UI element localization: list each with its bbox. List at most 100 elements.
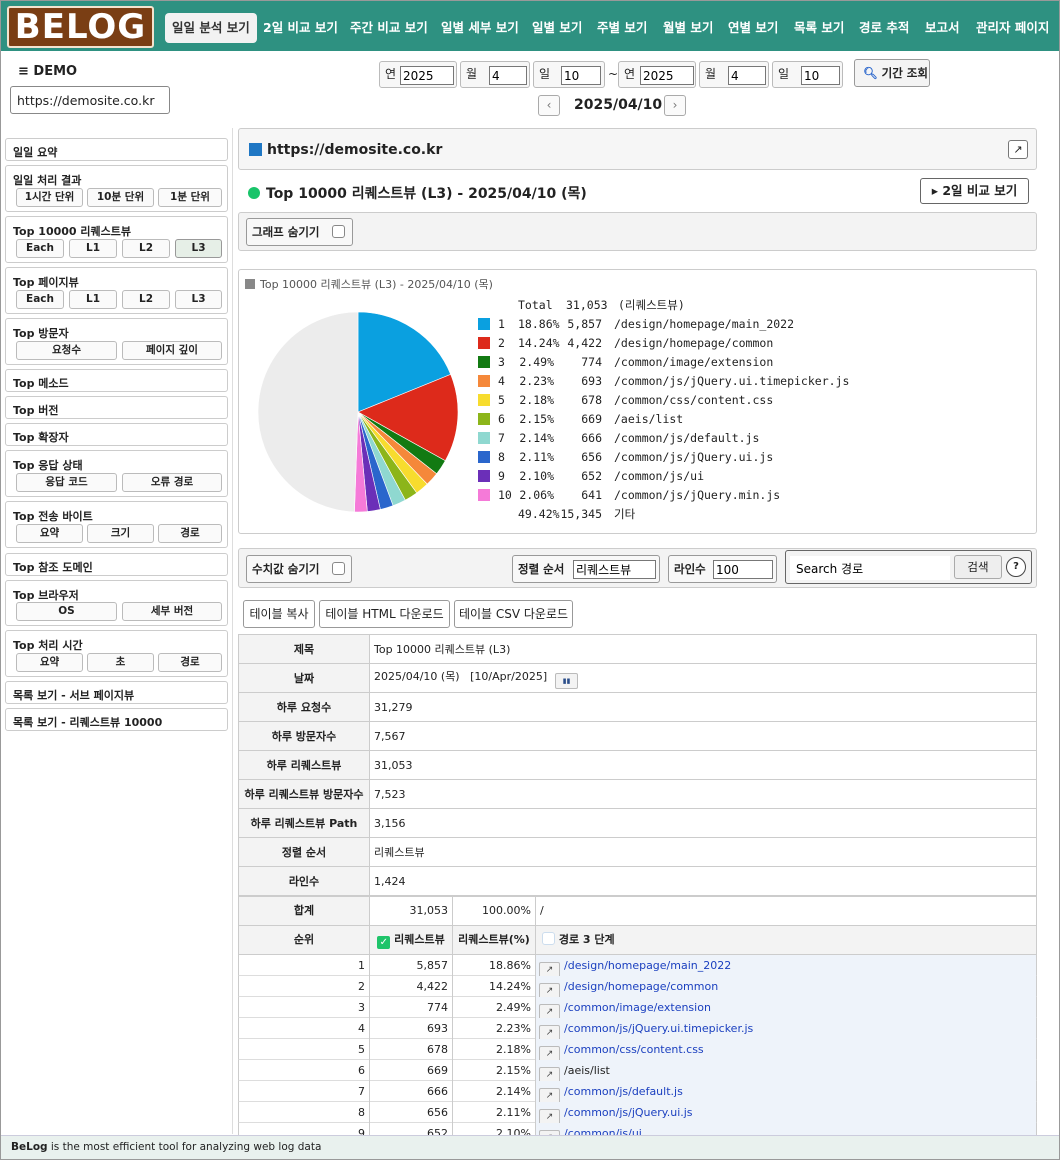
top-request-l2-button[interactable]: L2 [122, 239, 170, 258]
top-status-code-button[interactable]: 응답 코드 [16, 473, 117, 492]
row-path-link[interactable]: /design/homepage/common [564, 980, 718, 993]
checked-box-icon[interactable]: ✓ [377, 936, 391, 949]
top-bytes-path-button[interactable]: 경로 [158, 524, 222, 543]
header-request-percent[interactable]: 리퀘스트뷰(%) [453, 926, 536, 954]
row-path-link[interactable]: /common/js/jQuery.ui.js [564, 1106, 693, 1119]
download-csv-button[interactable]: 테이블 CSV 다운로드 [454, 600, 573, 628]
nav-admin[interactable]: 관리자 페이지 [976, 13, 1049, 43]
to-year-input[interactable] [640, 66, 694, 85]
daily-result-10min-button[interactable]: 10분 단위 [87, 188, 154, 207]
sidebar-top-method[interactable]: Top 메소드 [5, 369, 228, 392]
header-path-level[interactable]: 경로 3 단계 [536, 926, 1036, 954]
sidebar-list-request[interactable]: 목록 보기 - 리퀘스트뷰 10000 [5, 708, 228, 731]
top-time-seconds-button[interactable]: 초 [87, 653, 154, 672]
row-path-link[interactable]: /common/js/jQuery.ui.timepicker.js [564, 1022, 753, 1035]
legend-percent: 2.10% [519, 469, 554, 483]
sidebar-top-version[interactable]: Top 버전 [5, 396, 228, 419]
from-year-input[interactable] [400, 66, 454, 85]
pie-slice[interactable] [257, 311, 359, 513]
from-month-input[interactable] [489, 66, 527, 85]
top-page-each-button[interactable]: Each [16, 290, 64, 309]
period-search-button[interactable]: 🔍︎ 기간 조회 [854, 59, 930, 87]
top-time-path-button[interactable]: 경로 [158, 653, 222, 672]
two-day-compare-button[interactable]: ▸ 2일 비교 보기 [920, 178, 1029, 204]
top-browser-version-button[interactable]: 세부 버전 [122, 602, 222, 621]
sum-path: / [540, 904, 544, 917]
top-page-l3-button[interactable]: L3 [175, 290, 222, 309]
to-month-input[interactable] [728, 66, 766, 85]
nav-report[interactable]: 보고서 [925, 13, 960, 43]
nav-daily-detail[interactable]: 일별 세부 보기 [441, 13, 519, 43]
download-html-button[interactable]: 테이블 HTML 다운로드 [319, 600, 450, 628]
site-title-text: https://demosite.co.kr [267, 142, 443, 158]
top-page-l1-button[interactable]: L1 [69, 290, 117, 309]
row-count: 678 [370, 1039, 453, 1060]
hide-values-toggle[interactable]: 수치값 숨기기 [246, 555, 352, 583]
nav-weekly[interactable]: 주별 보기 [597, 13, 647, 43]
legend-swatch [478, 375, 490, 387]
sidebar-top-referer[interactable]: Top 참조 도메인 [5, 553, 228, 576]
nav-2day-compare[interactable]: 2일 비교 보기 [263, 13, 338, 43]
external-link-icon[interactable]: ↗ [1008, 140, 1028, 159]
sidebar-daily-summary[interactable]: 일일 요약 [5, 138, 228, 161]
row-path-cell: ↗/common/js/jQuery.ui.js [536, 1102, 1036, 1125]
daily-result-1min-button[interactable]: 1분 단위 [158, 188, 222, 207]
top-visitor-requests-button[interactable]: 요청수 [16, 341, 117, 360]
sort-order-select[interactable] [573, 560, 656, 579]
bar-chart-icon[interactable]: ▮▮ [555, 672, 579, 689]
nav-yearly[interactable]: 연별 보기 [728, 13, 778, 43]
legend-count: 774 [581, 355, 602, 369]
top-browser-os-button[interactable]: OS [16, 602, 117, 621]
line-count-input[interactable] [713, 560, 773, 579]
row-path-cell: ↗/common/js/default.js [536, 1081, 1036, 1104]
header-request-count[interactable]: ✓ 리퀘스트뷰 [370, 926, 453, 954]
top-request-l1-button[interactable]: L1 [69, 239, 117, 258]
nav-weekly-compare[interactable]: 주간 비교 보기 [350, 13, 428, 43]
row-path-link[interactable]: /common/js/default.js [564, 1085, 683, 1098]
top-page-l2-button[interactable]: L2 [122, 290, 170, 309]
hide-graph-toggle[interactable]: 그래프 숨기기 [246, 218, 353, 246]
to-day-box: 일 [772, 61, 843, 88]
top-status-error-path-button[interactable]: 오류 경로 [122, 473, 222, 492]
nav-daily[interactable]: 일별 보기 [532, 13, 582, 43]
top-request-l3-button[interactable]: L3 [175, 239, 222, 258]
sidebar-list-subpage[interactable]: 목록 보기 - 서브 페이지뷰 [5, 681, 228, 704]
belog-logo[interactable]: BELOG [7, 6, 154, 48]
top-bytes-summary-button[interactable]: 요약 [16, 524, 83, 543]
row-path-link[interactable]: /aeis/list [564, 1064, 610, 1077]
sidebar-top-time: Top 처리 시간 요약 초 경로 [5, 630, 228, 677]
hide-values-checkbox[interactable] [331, 562, 345, 575]
path-search-button[interactable]: 검색 [954, 555, 1002, 579]
site-url-field[interactable]: https://demosite.co.kr [10, 86, 170, 114]
row-path-link[interactable]: /design/homepage/main_2022 [564, 959, 731, 972]
meta-key: 하루 방문자수 [238, 721, 370, 751]
sidebar-top-extension[interactable]: Top 확장자 [5, 423, 228, 446]
path-search-input[interactable] [790, 556, 950, 580]
graph-toggle-bar: 그래프 숨기기 [238, 212, 1037, 251]
top-visitor-depth-button[interactable]: 페이지 깊이 [122, 341, 222, 360]
hide-graph-checkbox[interactable] [331, 225, 345, 238]
header-rank[interactable]: 순위 [239, 926, 370, 954]
copy-table-button[interactable]: 테이블 복사 [243, 600, 315, 628]
next-date-button[interactable]: › [664, 95, 686, 116]
prev-date-button[interactable]: ‹ [538, 95, 560, 116]
nav-path-trace[interactable]: 경로 추적 [859, 13, 909, 43]
demo-menu-button[interactable]: ≡ DEMO [18, 64, 77, 79]
row-path-link[interactable]: /common/image/extension [564, 1001, 711, 1014]
row-path-link[interactable]: /common/js/ui [564, 1127, 642, 1135]
help-icon[interactable]: ? [1006, 557, 1026, 577]
to-day-input[interactable] [801, 66, 840, 85]
nav-monthly[interactable]: 월별 보기 [663, 13, 713, 43]
top-request-each-button[interactable]: Each [16, 239, 64, 258]
top-time-summary-button[interactable]: 요약 [16, 653, 83, 672]
path-level-checkbox[interactable] [542, 932, 555, 945]
row-path-link[interactable]: /common/css/content.css [564, 1043, 704, 1056]
from-day-input[interactable] [561, 66, 601, 85]
nav-list[interactable]: 목록 보기 [794, 13, 844, 43]
row-percent: 2.11% [453, 1102, 536, 1123]
daily-result-1hour-button[interactable]: 1시간 단위 [16, 188, 83, 207]
nav-daily-analysis[interactable]: 일일 분석 보기 [165, 13, 257, 43]
top-bytes-size-button[interactable]: 크기 [87, 524, 154, 543]
top-navbar: BELOG 일일 분석 보기 2일 비교 보기 주간 비교 보기 일별 세부 보… [1, 1, 1059, 51]
chevron-right-icon: › [672, 98, 678, 112]
